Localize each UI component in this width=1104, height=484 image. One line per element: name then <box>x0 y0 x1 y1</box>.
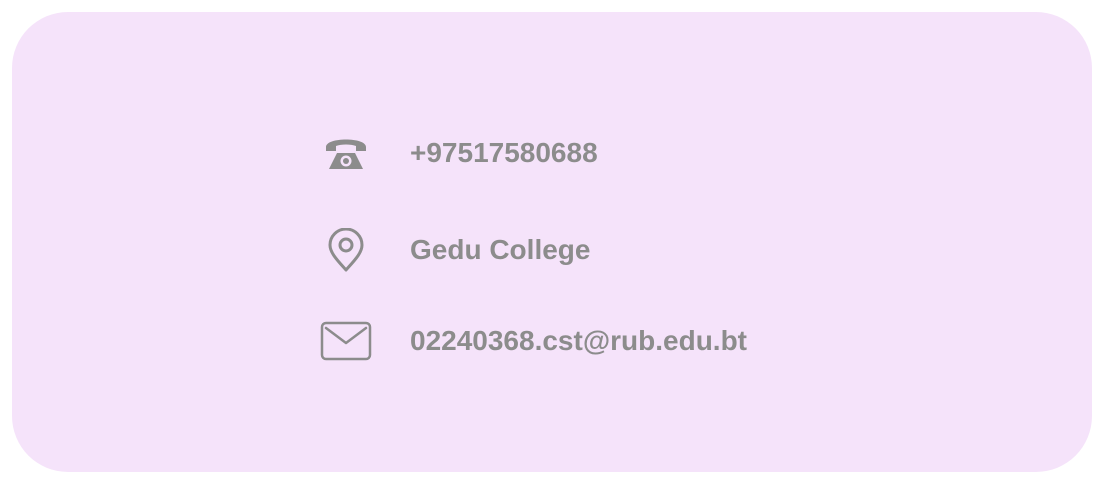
envelope-icon <box>318 313 374 369</box>
telephone-icon <box>318 125 374 181</box>
contact-card: +97517580688 Gedu College 02240368.cst@r… <box>12 12 1092 472</box>
email-address: 02240368.cst@rub.edu.bt <box>410 325 747 356</box>
location-pin-icon <box>318 222 374 278</box>
contact-location-row[interactable]: Gedu College <box>318 222 590 278</box>
location-name: Gedu College <box>410 234 591 265</box>
phone-number: +97517580688 <box>410 137 598 168</box>
contact-phone-row[interactable]: +97517580688 <box>318 125 598 181</box>
contact-email-row[interactable]: 02240368.cst@rub.edu.bt <box>318 313 747 369</box>
